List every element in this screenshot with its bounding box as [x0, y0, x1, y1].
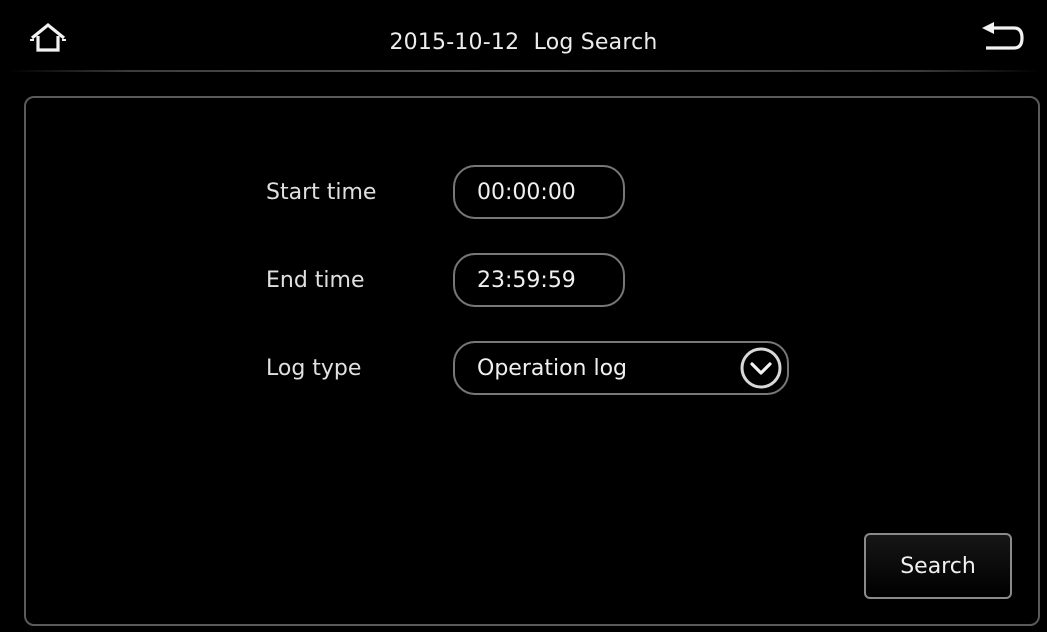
end-time-field[interactable]: 23:59:59 [453, 253, 625, 307]
back-button[interactable] [978, 22, 1026, 56]
log-type-value: Operation log [477, 355, 628, 381]
log-type-label: Log type [266, 356, 362, 381]
end-time-label: End time [266, 268, 365, 293]
page-title: 2015-10-12 Log Search [389, 30, 658, 55]
search-button[interactable]: Search [864, 533, 1012, 599]
back-arrow-icon [982, 22, 1024, 50]
end-time-value: 23:59:59 [477, 267, 576, 293]
log-search-screen: 2015-10-12 Log Search Start time 00:00:0… [0, 0, 1047, 632]
start-time-field[interactable]: 00:00:00 [453, 165, 625, 219]
log-type-select[interactable]: Operation log [453, 341, 789, 395]
header-bar: 2015-10-12 Log Search [0, 0, 1047, 72]
start-time-value: 00:00:00 [477, 179, 576, 205]
chevron-down-icon[interactable] [739, 346, 783, 390]
header-divider [8, 70, 1039, 72]
start-time-label: Start time [266, 180, 377, 205]
